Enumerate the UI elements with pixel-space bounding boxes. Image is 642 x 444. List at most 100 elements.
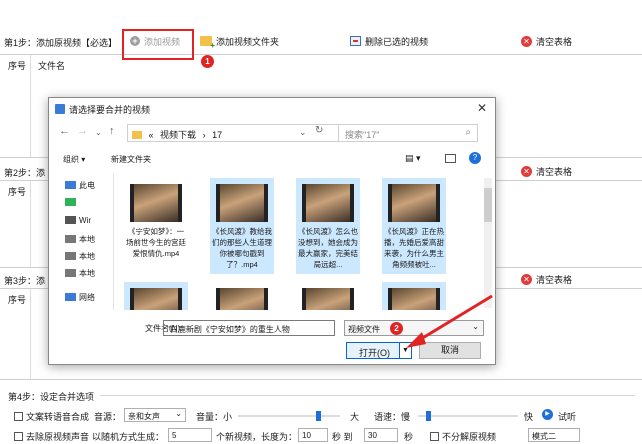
address-row: ← → ⌄ ↑ « 视频下载 › 17 ⌄ ↻ 搜索"17" ⌕ — [49, 122, 495, 144]
file-item[interactable]: 《长风渡》怎么也没想到，她会成为最大赢家，完美结局远超... — [296, 178, 360, 274]
filetype-value: 视频文件 — [348, 325, 380, 334]
step1-label: 第1步：添加原视频【必选】 — [4, 38, 118, 48]
voice-label: 音源： — [94, 412, 122, 422]
col-index-header-2: 序号 — [8, 187, 27, 197]
search-placeholder: 搜索"17" — [345, 130, 380, 140]
new-folder-button[interactable]: 新建文件夹 — [111, 154, 151, 165]
up-icon[interactable]: ↑ — [109, 125, 115, 137]
organize-button[interactable]: 组织 ▾ — [63, 154, 85, 165]
search-icon: ⌕ — [465, 127, 471, 138]
listen-button[interactable]: 试听 — [558, 410, 576, 423]
drive-icon — [65, 252, 76, 260]
count-stepper[interactable]: 5 — [168, 428, 212, 442]
nav-item-network[interactable]: 网络 — [65, 292, 95, 303]
seconds-label: 秒 — [404, 432, 414, 442]
nav-item-local-2[interactable]: 本地 — [65, 251, 95, 262]
col-index-header: 序号 — [8, 61, 27, 71]
drive-icon — [65, 235, 76, 243]
dialog-toolbar: 组织 ▾ 新建文件夹 ▤ ▾ ? — [49, 150, 495, 170]
nav-item-local-3[interactable]: 本地 — [65, 268, 95, 279]
volume-slider-knob[interactable] — [316, 411, 321, 421]
add-folder-button[interactable]: 添加视频文件夹 — [200, 33, 279, 50]
video-thumbnail — [130, 288, 182, 310]
seconds-to-label: 秒 到 — [332, 432, 353, 442]
address-sep: « — [148, 130, 154, 140]
dialog-titlebar[interactable]: 请选择要合并的视频 ✕ — [49, 98, 495, 120]
video-thumbnail — [302, 288, 354, 310]
video-thumbnail — [216, 288, 268, 310]
app-drive-icon — [65, 198, 76, 206]
scrollbar-thumb[interactable] — [484, 188, 492, 222]
address-folder-parent[interactable]: 视频下载 — [160, 130, 196, 140]
computer-icon — [65, 181, 76, 189]
step-badge-1: 1 — [201, 55, 214, 68]
no-split-checkbox[interactable]: 不分解原视频 — [430, 430, 496, 443]
file-item[interactable] — [296, 282, 360, 310]
file-item[interactable] — [124, 282, 188, 310]
folder-icon — [132, 131, 142, 139]
volume-slider[interactable] — [238, 411, 340, 421]
step4-header: 第4步：设定合并选项 — [0, 386, 642, 406]
play-icon[interactable]: ▶ — [542, 409, 553, 420]
delete-selected-label: 删除已选的视频 — [365, 36, 429, 47]
file-name: 《宁安如梦》：一场前世今生的宫廷爱恨情仇.mp4 — [126, 227, 186, 258]
navigation-pane: 此电 Wir 本地 本地 本地 网络 — [49, 174, 113, 310]
tts-checkbox[interactable]: 文案转语音合成 — [14, 410, 89, 423]
clear-table-button-3[interactable]: ✕ 清空表格 — [521, 271, 572, 287]
arrow-annotation — [406, 294, 493, 348]
file-list: 《宁安如梦》：一场前世今生的宫廷爱恨情仇.mp4 《长风渡》教给我们的那些人生道… — [113, 174, 483, 310]
file-item[interactable]: 《长风渡》正在热播，先婚后爱高甜来袭，为什么男主角频频被吐... — [382, 178, 446, 274]
speed-slider-knob[interactable] — [426, 411, 431, 421]
mode-select[interactable]: 模式二 — [528, 428, 580, 442]
nav-item-windows[interactable]: Wir — [65, 216, 91, 225]
file-list-scrollbar[interactable] — [484, 178, 492, 308]
clear-table-button-1[interactable]: ✕ 清空表格 — [521, 33, 572, 49]
voice-select[interactable]: 亲和女声 ⌄ — [124, 408, 186, 422]
filename-input[interactable]: "白鹿新剧《宁安如梦》的重生人物 — [163, 320, 335, 336]
clear-table-button-2[interactable]: ✕ 清空表格 — [521, 163, 572, 179]
file-item[interactable] — [210, 282, 274, 310]
volume-label: 音量：小 — [196, 412, 233, 422]
random-generate-label: 以随机方式生成： — [92, 432, 165, 442]
video-thumbnail — [388, 184, 440, 222]
clear-table-label-2: 清空表格 — [536, 166, 573, 177]
length-max-stepper[interactable]: 30 — [364, 428, 398, 442]
back-icon[interactable]: ← — [59, 125, 70, 137]
clear-icon: ✕ — [521, 165, 532, 177]
clear-icon: ✕ — [521, 273, 532, 285]
history-chevron-icon[interactable]: ⌄ — [95, 128, 102, 137]
address-folder-current[interactable]: 17 — [212, 130, 222, 140]
view-options-icon[interactable]: ▤ ▾ — [405, 153, 421, 164]
delete-selected-button[interactable]: 删除已选的视频 — [350, 33, 428, 49]
video-thumbnail — [302, 184, 354, 222]
file-name: 《长风渡》正在热播，先婚后爱高甜来袭，为什么男主角频频被吐... — [384, 227, 444, 269]
forward-icon[interactable]: → — [77, 125, 88, 137]
nav-item-local-1[interactable]: 本地 — [65, 234, 95, 245]
preview-pane-icon[interactable] — [445, 154, 456, 163]
clear-table-label-3: 清空表格 — [536, 274, 573, 285]
close-icon[interactable]: ✕ — [477, 101, 487, 115]
file-item[interactable]: 《宁安如梦》：一场前世今生的宫廷爱恨情仇.mp4 — [124, 178, 188, 274]
length-min-stepper[interactable]: 10 — [298, 428, 328, 442]
file-name: 《长风渡》怎么也没想到，她会成为最大赢家，完美结局远超... — [298, 227, 358, 269]
network-icon — [65, 293, 76, 301]
file-item[interactable]: 《长风渡》教给我们的那些人生道理你被哪句戳到了？.mp4 — [210, 178, 274, 274]
speed-slider[interactable] — [418, 411, 518, 421]
volume-max-label: 大 — [350, 412, 360, 422]
help-icon[interactable]: ? — [469, 152, 481, 164]
search-input[interactable]: 搜索"17" ⌕ — [338, 124, 478, 142]
file-name: 《长风渡》教给我们的那些人生道理你被哪句戳到了？.mp4 — [212, 227, 272, 269]
delete-list-icon — [350, 36, 361, 46]
highlight-box-1 — [122, 29, 194, 60]
refresh-icon[interactable]: ↻ — [315, 125, 323, 136]
nav-item-pc[interactable]: 此电 — [65, 180, 95, 191]
clear-table-label-1: 清空表格 — [536, 36, 573, 47]
remove-audio-checkbox[interactable]: 去除原视频声音 — [14, 430, 89, 443]
count-unit-label: 个新视频，长度为： — [216, 432, 298, 442]
step4-label: 第4步：设定合并选项 — [8, 392, 95, 402]
address-dropdown-icon[interactable]: ⌄ — [299, 127, 307, 138]
folder-add-icon — [200, 36, 215, 50]
generate-row: 去除原视频声音 以随机方式生成： 5 个新视频，长度为： 10 秒 到 30 秒… — [0, 426, 642, 444]
step2-label: 第2步：添 — [4, 168, 46, 178]
nav-item-app[interactable] — [65, 198, 79, 207]
